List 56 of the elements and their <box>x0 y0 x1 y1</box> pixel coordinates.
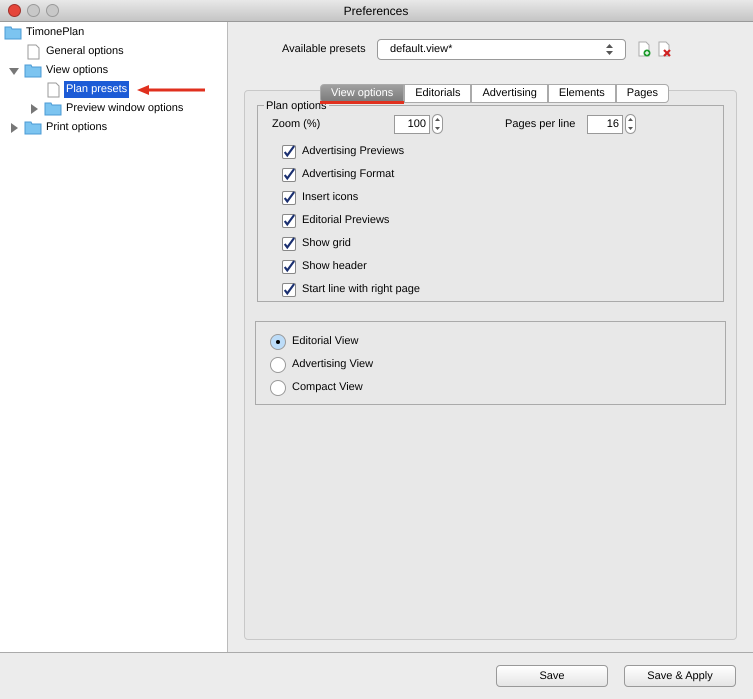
presets-dropdown[interactable]: default.view* <box>377 38 626 60</box>
expanded-triangle-icon[interactable] <box>9 66 19 76</box>
collapsed-triangle-icon[interactable] <box>9 122 19 132</box>
document-icon <box>26 44 40 60</box>
collapsed-triangle-icon[interactable] <box>29 104 39 114</box>
group-title: Plan options <box>264 98 329 114</box>
folder-icon <box>44 101 62 116</box>
close-button[interactable] <box>8 4 21 17</box>
stepper-icon[interactable] <box>625 114 636 134</box>
checkbox-label: Start line with right page <box>302 282 420 298</box>
checkbox[interactable] <box>282 236 296 250</box>
folder-icon <box>24 63 42 78</box>
tab[interactable]: Pages <box>616 84 669 103</box>
radio-label: Compact View <box>292 380 363 396</box>
tree-item[interactable]: Preview window options <box>64 100 186 117</box>
stepper-icon[interactable] <box>432 114 443 134</box>
checkbox-label: Editorial Previews <box>302 213 390 228</box>
folder-icon <box>24 120 42 135</box>
checkbox[interactable] <box>282 144 296 158</box>
radio-label: Advertising View <box>292 357 374 372</box>
checkbox[interactable] <box>282 282 296 296</box>
tree-item[interactable]: General options <box>44 43 126 60</box>
zoom-label: Zoom (%) <box>272 116 322 132</box>
checkbox[interactable] <box>282 260 296 274</box>
radio-button[interactable] <box>270 356 286 372</box>
tree-item[interactable]: Print options <box>44 119 110 136</box>
window-title: Preferences <box>342 2 410 20</box>
radio-button[interactable] <box>270 334 286 350</box>
tab[interactable]: Elements <box>548 84 616 103</box>
dialog-button[interactable]: Save <box>496 665 608 687</box>
checkbox-label: Show header <box>302 259 367 274</box>
tree-item[interactable]: View options <box>44 62 110 79</box>
document-icon <box>46 82 60 98</box>
tree-item[interactable]: TimonePlan <box>24 24 86 41</box>
pages-per-line-field[interactable]: 16 <box>587 114 623 134</box>
stepper-arrows-icon <box>606 44 613 54</box>
folder-icon <box>4 25 22 40</box>
tab[interactable]: Advertising <box>471 84 548 103</box>
presets-label: Available presets <box>282 42 367 57</box>
arrow-icon <box>135 84 208 96</box>
add-document-icon[interactable] <box>638 41 652 57</box>
checkbox-label: Insert icons <box>302 190 358 206</box>
zoom-field[interactable]: 100 <box>394 114 430 134</box>
radio-button[interactable] <box>270 380 286 396</box>
pages-per-line-label: Pages per line <box>505 116 576 132</box>
checkbox-label: Advertising Previews <box>302 144 404 160</box>
delete-document-icon[interactable] <box>658 41 672 57</box>
tree-item[interactable]: Plan presets <box>64 81 130 98</box>
checkbox[interactable] <box>282 190 296 204</box>
tab[interactable]: Editorials <box>404 84 472 103</box>
checkbox[interactable] <box>282 168 296 182</box>
radio-label: Editorial View <box>292 334 358 350</box>
dialog-button[interactable]: Save & Apply <box>624 665 736 687</box>
checkbox-label: Show grid <box>302 236 351 252</box>
checkbox[interactable] <box>282 214 296 228</box>
checkbox-label: Advertising Format <box>302 167 394 182</box>
